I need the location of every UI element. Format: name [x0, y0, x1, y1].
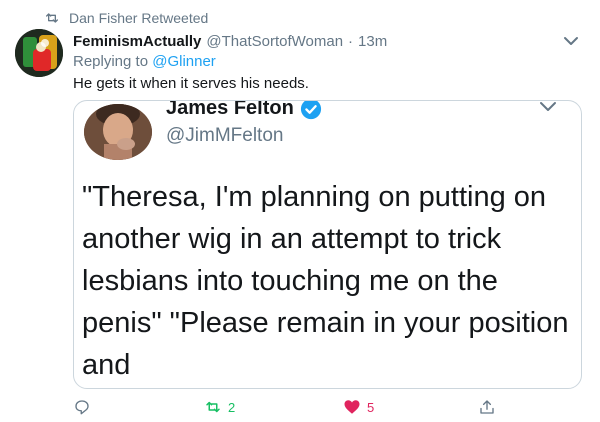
verified-badge-icon	[300, 101, 321, 119]
replying-prefix: Replying to	[73, 53, 149, 70]
tweet-text: He gets it when it serves his needs.	[73, 75, 309, 92]
quoted-avatar[interactable]	[84, 104, 152, 160]
quoted-chevron-down-icon[interactable]	[537, 100, 559, 115]
quoted-handle[interactable]: @JimMFelton	[166, 125, 283, 147]
quoted-display-name[interactable]: James Felton	[166, 100, 322, 120]
quoted-tweet-text: "Theresa, I'm planning on putting on ano…	[82, 181, 569, 381]
retweet-icon	[46, 13, 58, 23]
heart-icon	[344, 400, 360, 414]
quoted-avatar-image	[84, 104, 152, 160]
retweet-button[interactable]: 2	[204, 392, 235, 422]
share-button[interactable]	[478, 392, 496, 422]
tweet-time[interactable]: 13m	[358, 33, 387, 50]
avatar-image	[15, 29, 63, 77]
retweet-count: 2	[228, 399, 236, 415]
replying-to: Replying to @Glinner	[73, 53, 216, 70]
retweet-context: Dan Fisher Retweeted	[44, 9, 208, 27]
like-count: 5	[367, 399, 375, 415]
replying-to-link[interactable]: @Glinner	[152, 53, 216, 70]
user-handle[interactable]: @ThatSortofWoman	[206, 33, 343, 50]
like-button[interactable]: 5	[343, 392, 374, 422]
avatar[interactable]	[15, 29, 63, 77]
chevron-down-icon[interactable]	[562, 34, 580, 48]
quoted-name-text: James Felton	[166, 100, 294, 119]
retweet-context-text: Dan Fisher Retweeted	[69, 10, 209, 26]
tweet-header: FeminismActually @ThatSortofWoman · 13m	[73, 31, 560, 51]
quoted-tweet[interactable]: James Felton @JimMFelton "Theresa, I'm p…	[73, 100, 582, 389]
retweet-action-icon	[206, 401, 220, 413]
share-icon	[480, 400, 494, 414]
reply-button[interactable]	[73, 392, 97, 422]
display-name[interactable]: FeminismActually	[73, 33, 201, 50]
tweet-actions: 2 5	[73, 392, 560, 422]
separator-dot: ·	[348, 32, 354, 50]
reply-icon	[75, 400, 89, 415]
